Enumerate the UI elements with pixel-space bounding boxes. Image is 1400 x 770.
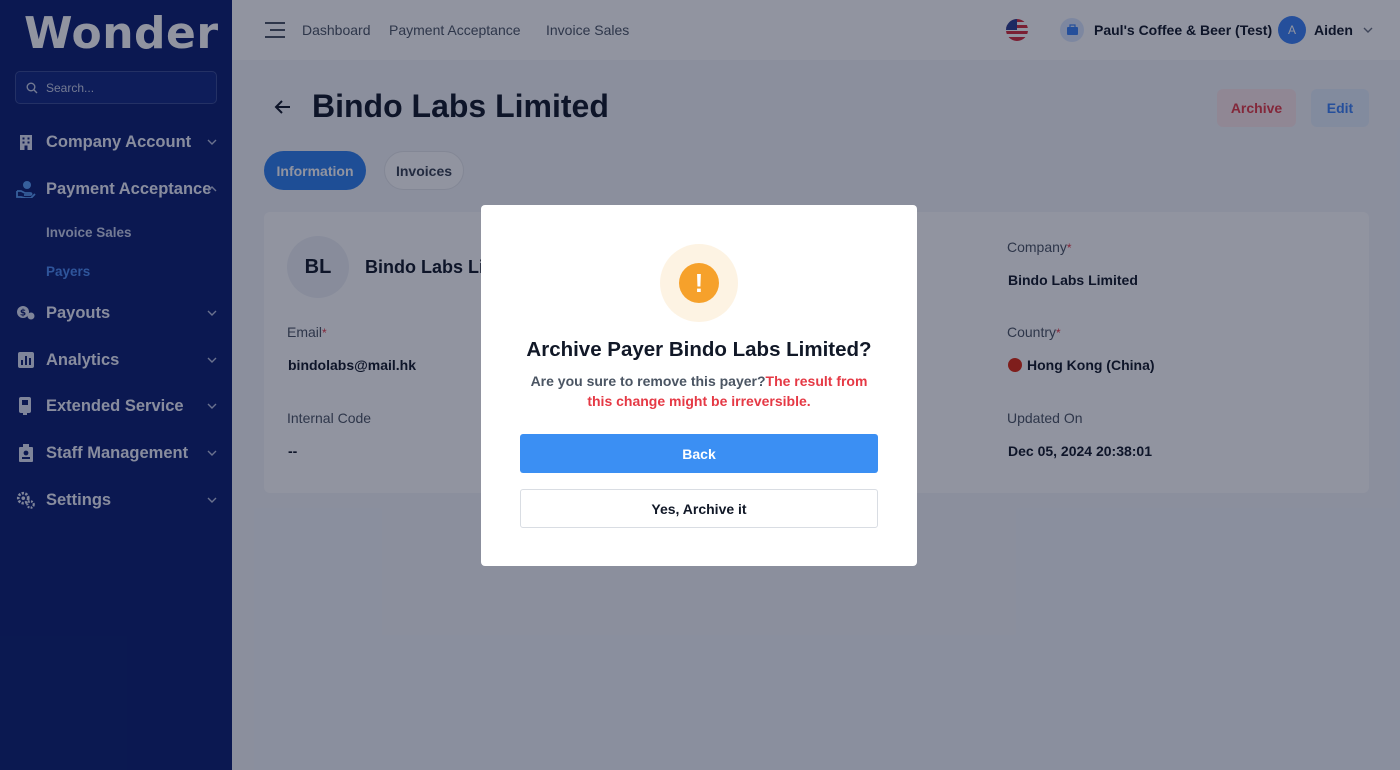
back-button[interactable]: Back — [520, 434, 878, 473]
archive-confirm-dialog: ! Archive Payer Bindo Labs Limited? Are … — [481, 205, 917, 566]
confirm-archive-button[interactable]: Yes, Archive it — [520, 489, 878, 528]
warning-icon: ! — [660, 244, 738, 322]
dialog-message: Are you sure to remove this payer?The re… — [530, 373, 868, 409]
dialog-title: Archive Payer Bindo Labs Limited? — [526, 338, 872, 361]
